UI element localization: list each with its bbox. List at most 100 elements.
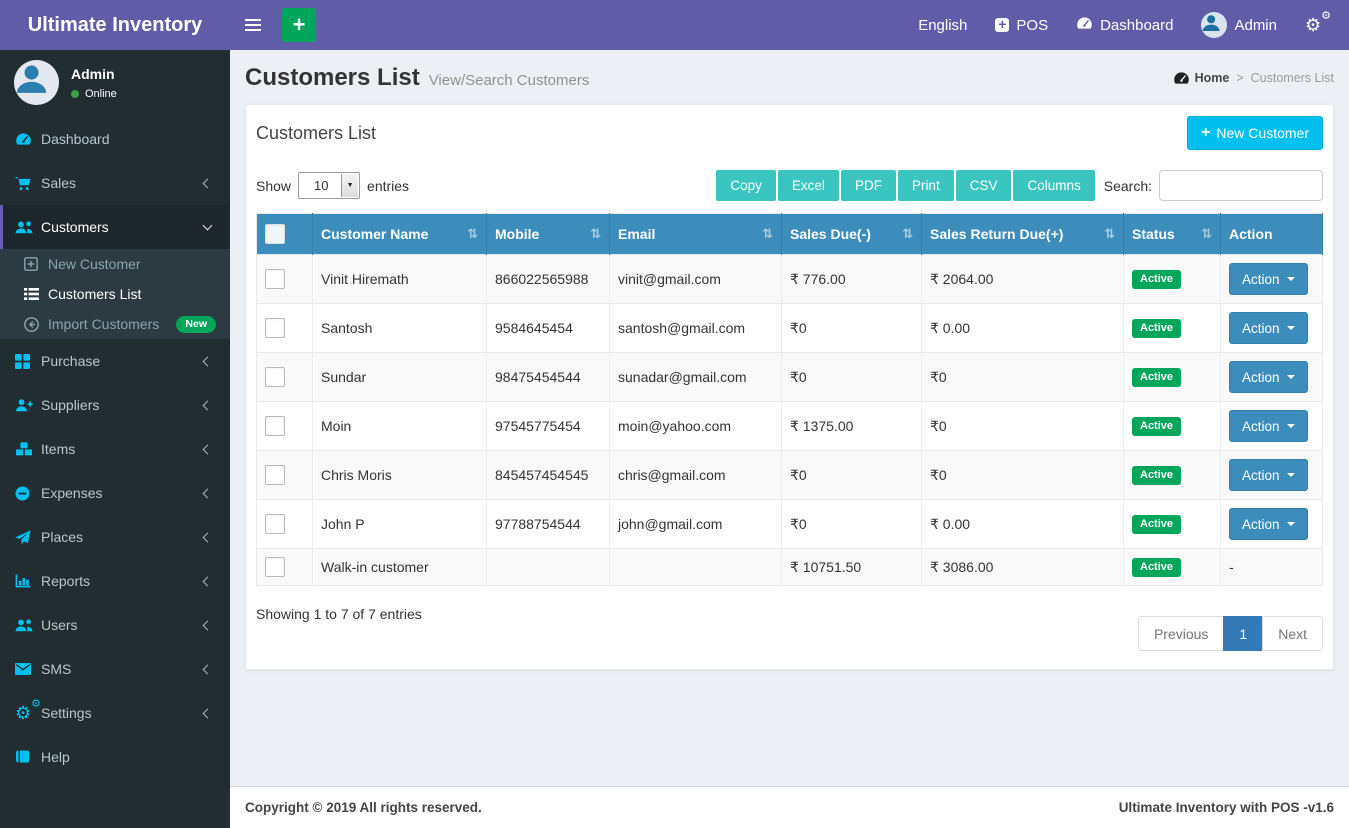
action-button[interactable]: Action xyxy=(1229,410,1308,442)
cell-customer-name: Moin xyxy=(312,401,487,451)
chevron-left-icon xyxy=(202,356,213,366)
sidebar-item-suppliers[interactable]: Suppliers xyxy=(0,383,230,427)
pagination-page-1[interactable]: 1 xyxy=(1223,616,1264,651)
export-csv-button[interactable]: CSV xyxy=(955,170,1012,201)
pagination-next[interactable]: Next xyxy=(1262,616,1323,651)
sidebar-item-users[interactable]: Users xyxy=(0,603,230,647)
search-input[interactable] xyxy=(1159,170,1323,201)
sidebar-item-reports[interactable]: Reports xyxy=(0,559,230,603)
cell-email: chris@gmail.com xyxy=(609,450,782,500)
sidebar-item-sales[interactable]: Sales xyxy=(0,161,230,205)
action-button[interactable]: Action xyxy=(1229,361,1308,393)
entries-label: entries xyxy=(367,177,410,194)
sidebar-item-dashboard[interactable]: Dashboard xyxy=(0,117,230,161)
sidebar-item-customers[interactable]: Customers xyxy=(0,205,230,249)
export-print-button[interactable]: Print xyxy=(897,170,954,201)
sidebar-subitem-import-customers[interactable]: Import Customers New xyxy=(0,309,230,339)
sidebar-toggle-button[interactable] xyxy=(230,0,276,50)
row-checkbox[interactable] xyxy=(265,318,285,338)
sidebar-item-expenses[interactable]: Expenses xyxy=(0,471,230,515)
online-status-icon xyxy=(71,89,79,98)
row-checkbox[interactable] xyxy=(265,514,285,534)
action-button[interactable]: Action xyxy=(1229,312,1308,344)
app-logo[interactable]: Ultimate Inventory xyxy=(0,0,230,50)
action-button[interactable]: Action xyxy=(1229,459,1308,491)
column-header-customer-name[interactable]: Customer Name ⇅ xyxy=(312,213,487,255)
sidebar-item-help[interactable]: Help xyxy=(0,735,230,779)
export-excel-button[interactable]: Excel xyxy=(777,170,839,201)
user-icon xyxy=(14,60,59,105)
cell-email xyxy=(609,548,782,586)
column-header-email[interactable]: Email ⇅ xyxy=(609,213,782,255)
page-size-select[interactable]: 10 ▼ xyxy=(298,172,361,199)
cell-customer-name: Vinit Hiremath xyxy=(312,254,487,304)
list-icon xyxy=(24,288,48,300)
select-all-header xyxy=(256,213,313,255)
export-pdf-button[interactable]: PDF xyxy=(840,170,896,201)
nav-user-menu[interactable]: Admin xyxy=(1201,12,1277,38)
cogs-icon: ⚙ ⚙ xyxy=(1305,9,1331,35)
chevron-left-icon xyxy=(202,444,213,454)
nav-dashboard[interactable]: Dashboard xyxy=(1076,16,1173,34)
sidebar-item-label: Settings xyxy=(41,705,92,721)
nav-language[interactable]: English xyxy=(918,17,967,34)
new-customer-button[interactable]: + New Customer xyxy=(1187,116,1323,150)
table-row: Santosh 9584645454 santosh@gmail.com ₹0 ₹ 0.… xyxy=(256,303,1323,353)
footer-copyright: Copyright © 2019 All rights reserved. xyxy=(245,800,482,815)
cogs-icon: ⚙ ⚙ xyxy=(15,698,41,723)
chevron-left-icon xyxy=(202,532,213,542)
column-header-mobile[interactable]: Mobile ⇅ xyxy=(486,213,610,255)
column-header-sales-return-due-[interactable]: Sales Return Due(+) ⇅ xyxy=(921,213,1124,255)
row-checkbox[interactable] xyxy=(265,465,285,485)
row-checkbox[interactable] xyxy=(265,367,285,387)
status-badge: Active xyxy=(1132,269,1182,289)
minus-circle-icon xyxy=(15,486,41,501)
export-copy-button[interactable]: Copy xyxy=(716,170,776,201)
status-badge: Active xyxy=(1132,416,1182,436)
quick-add-button[interactable]: + xyxy=(282,8,316,42)
sidebar-subitem-customers-list[interactable]: Customers List xyxy=(0,279,230,309)
row-checkbox[interactable] xyxy=(265,557,285,577)
row-checkbox[interactable] xyxy=(265,269,285,289)
avatar xyxy=(1201,12,1228,38)
table-info: Showing 1 to 7 of 7 entries xyxy=(256,606,422,622)
plus-square-icon xyxy=(995,18,1010,32)
nav-settings[interactable]: ⚙ ⚙ xyxy=(1305,9,1331,35)
sidebar-item-label: Help xyxy=(41,749,70,765)
cell-sales-return-due: ₹ 0.00 xyxy=(921,499,1124,549)
table-row: Sundar 98475454544 sunadar@gmail.com ₹0 ₹0 Ac… xyxy=(256,352,1323,402)
column-header-action[interactable]: Action xyxy=(1220,213,1323,255)
nav-pos[interactable]: POS xyxy=(995,17,1048,34)
sidebar-subitem-new-customer[interactable]: New Customer xyxy=(0,249,230,279)
cell-mobile: 9584645454 xyxy=(486,303,610,353)
sort-icon: ⇅ xyxy=(1104,226,1115,241)
sidebar-item-items[interactable]: Items xyxy=(0,427,230,471)
sidebar-item-sms[interactable]: SMS xyxy=(0,647,230,691)
top-navbar: Ultimate Inventory + English POS Dashboa… xyxy=(0,0,1349,50)
sidebar-menu: Dashboard Sales Customers New Customer Custo… xyxy=(0,117,230,779)
caret-down-icon xyxy=(1286,277,1295,281)
pagination-previous[interactable]: Previous xyxy=(1137,616,1225,651)
select-all-checkbox[interactable] xyxy=(265,224,285,244)
cell-sales-due: ₹0 xyxy=(781,352,922,402)
action-button[interactable]: Action xyxy=(1229,508,1308,540)
sidebar-item-settings[interactable]: ⚙ ⚙ Settings xyxy=(0,691,230,735)
status-badge: Active xyxy=(1132,557,1182,577)
action-button[interactable]: Action xyxy=(1229,263,1308,295)
sidebar-item-label: Sales xyxy=(41,175,77,191)
column-header-sales-due-[interactable]: Sales Due(-) ⇅ xyxy=(781,213,922,255)
cell-customer-name: John P xyxy=(312,499,487,549)
sidebar-item-purchase[interactable]: Purchase xyxy=(0,339,230,383)
breadcrumb-home[interactable]: Home xyxy=(1173,71,1229,85)
sort-icon: ⇅ xyxy=(762,226,773,241)
gauge-icon xyxy=(1173,71,1190,85)
table-row: Vinit Hiremath 866022565988 vinit@gmail.co… xyxy=(256,254,1323,304)
row-checkbox[interactable] xyxy=(265,416,285,436)
export-columns-button[interactable]: Columns xyxy=(1013,170,1095,201)
status-badge: Active xyxy=(1132,367,1182,387)
chevron-left-icon xyxy=(202,708,213,718)
column-header-status[interactable]: Status ⇅ xyxy=(1123,213,1221,255)
status-badge: Active xyxy=(1132,514,1182,534)
sidebar-item-places[interactable]: Places xyxy=(0,515,230,559)
cell-mobile: 97545775454 xyxy=(486,401,610,451)
